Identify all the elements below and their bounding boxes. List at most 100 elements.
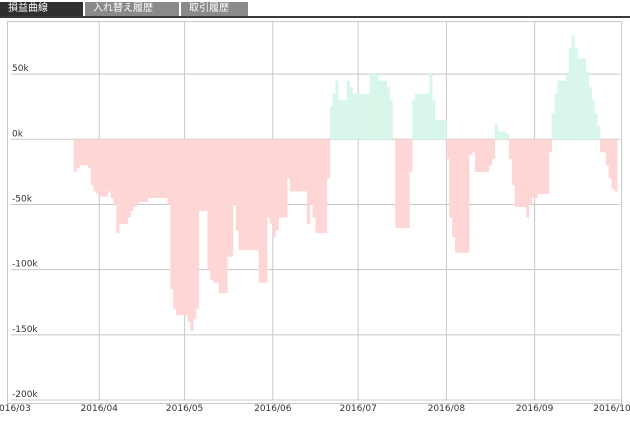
profit-area-segment xyxy=(355,93,359,140)
profit-area-segment xyxy=(497,131,507,140)
loss-area-segment xyxy=(176,139,188,316)
loss-area-segment xyxy=(136,139,140,205)
loss-area-segment xyxy=(110,139,114,198)
profit-area-segment xyxy=(372,74,376,140)
profit-area-segment xyxy=(554,93,558,140)
loss-area-segment xyxy=(272,139,276,238)
loss-area-segment xyxy=(446,139,450,159)
profit-area-segment xyxy=(349,87,353,140)
profit-area-segment xyxy=(506,134,510,140)
loss-area-segment xyxy=(537,139,547,195)
loss-area-segment xyxy=(312,139,316,218)
y-axis-labels: 50k 0k -50k -100k -150k -200k xyxy=(12,64,38,400)
profit-area-segment xyxy=(412,100,416,140)
loss-area-segment xyxy=(395,139,399,228)
loss-area-segment xyxy=(170,139,174,290)
loss-area-segment xyxy=(247,139,251,251)
profit-area-segment xyxy=(437,119,447,140)
loss-area-segment xyxy=(130,139,134,211)
loss-area-segment xyxy=(227,139,231,257)
loss-area-segment xyxy=(79,139,89,166)
loss-area-segment xyxy=(454,139,459,253)
profit-area-segment xyxy=(435,119,439,140)
loss-area-segment xyxy=(298,139,308,192)
loss-area-segment xyxy=(315,139,319,234)
profit-area-segment xyxy=(594,113,598,140)
profit-area-segment xyxy=(565,74,570,140)
loss-area-segment xyxy=(517,139,527,208)
profit-area-segment xyxy=(588,87,592,140)
x-tick-label: 2016/09 xyxy=(516,404,554,414)
loss-area-segment xyxy=(466,139,470,253)
profit-area-segment xyxy=(551,113,555,140)
loss-area-segment xyxy=(238,139,248,251)
loss-area-segment xyxy=(292,139,296,192)
loss-area-segment xyxy=(486,139,490,172)
loss-area-segment xyxy=(156,139,160,198)
loss-area-segment xyxy=(548,139,553,153)
loss-area-segment xyxy=(99,139,109,197)
loss-area-segment xyxy=(116,139,120,234)
profit-area-segment xyxy=(417,93,427,140)
profit-area-segment xyxy=(338,100,348,140)
loss-area-segment xyxy=(605,139,609,166)
x-tick-label: 2016/05 xyxy=(166,404,203,414)
loss-area-segment xyxy=(218,139,228,294)
loss-area-segment xyxy=(449,139,453,218)
loss-area-segment xyxy=(489,139,493,166)
y-tick-label: -50k xyxy=(12,194,33,204)
loss-area-segment xyxy=(73,139,77,172)
loss-area-segment xyxy=(252,139,257,251)
y-tick-label: -150k xyxy=(12,325,38,335)
profit-area-segment xyxy=(571,35,575,140)
chart-areas xyxy=(73,35,618,331)
loss-area-segment xyxy=(267,139,271,218)
loss-area-segment xyxy=(258,139,268,283)
loss-area-segment xyxy=(207,139,211,270)
loss-area-segment xyxy=(133,139,137,208)
loss-area-segment xyxy=(232,139,237,205)
loss-area-segment xyxy=(295,139,299,192)
loss-area-segment xyxy=(255,139,259,251)
loss-area-segment xyxy=(309,139,313,205)
y-tick-label: -100k xyxy=(12,260,38,270)
loss-area-segment xyxy=(534,139,538,198)
loss-area-segment xyxy=(119,139,128,225)
loss-area-segment xyxy=(278,139,288,218)
x-tick-label: 2016/07 xyxy=(339,404,376,414)
profit-area-segment xyxy=(366,93,370,140)
x-tick-label: 2016/06 xyxy=(254,404,292,414)
loss-area-segment xyxy=(235,139,239,231)
loss-area-segment xyxy=(509,139,513,159)
profit-area-segment xyxy=(332,93,336,140)
y-tick-label: -200k xyxy=(12,390,38,400)
profit-area-segment xyxy=(494,123,498,140)
loss-area-segment xyxy=(457,139,467,253)
profit-area-segment xyxy=(369,74,373,140)
loss-area-segment xyxy=(275,139,279,231)
loss-area-segment xyxy=(147,139,151,198)
loss-area-segment xyxy=(190,139,194,331)
loss-area-segment xyxy=(213,139,217,283)
loss-area-segment xyxy=(406,139,410,228)
loss-area-segment xyxy=(195,139,200,309)
loss-area-segment xyxy=(113,139,117,205)
loss-area-segment xyxy=(210,139,214,281)
loss-area-segment xyxy=(173,139,177,309)
loss-area-segment xyxy=(491,139,496,159)
profit-area-segment xyxy=(415,93,419,140)
loss-area-segment xyxy=(526,139,530,218)
loss-area-segment xyxy=(230,139,234,257)
loss-area-segment xyxy=(127,139,131,218)
profit-area-segment xyxy=(358,93,368,140)
loss-area-segment xyxy=(289,139,294,192)
x-axis-labels: 2016/03 2016/04 2016/05 2016/06 2016/07 2016/… xyxy=(0,404,630,414)
loss-area-segment xyxy=(158,139,168,198)
profit-area-segment xyxy=(426,93,430,140)
loss-area-segment xyxy=(611,139,615,189)
loss-area-segment xyxy=(531,139,535,198)
pnl-chart: 2016/03 2016/04 2016/05 2016/06 2016/07 2016/… xyxy=(0,22,630,414)
loss-area-segment xyxy=(318,139,328,234)
profit-area-segment xyxy=(375,74,379,140)
loss-area-segment xyxy=(546,139,550,195)
